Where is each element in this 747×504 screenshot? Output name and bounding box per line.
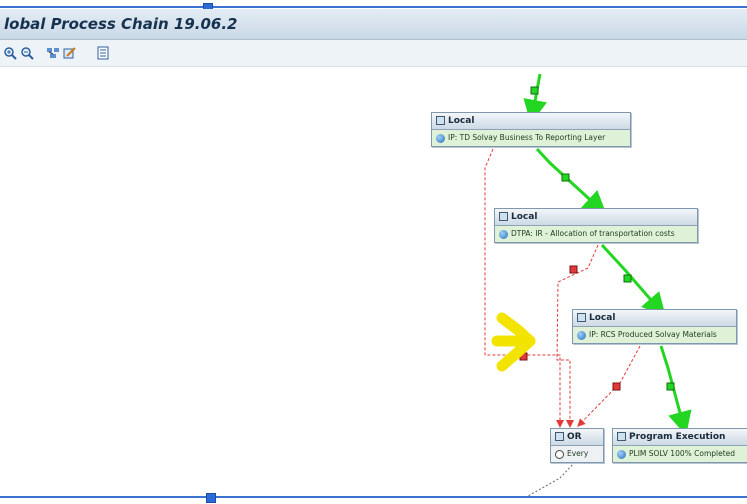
node-body: DTPA: IR - Allocation of transportation … bbox=[511, 229, 675, 238]
node-header: Program Execution bbox=[629, 432, 726, 442]
infopackage-icon bbox=[436, 133, 445, 143]
continuation-link bbox=[527, 461, 576, 497]
failure-link bbox=[484, 148, 564, 428]
or-icon bbox=[555, 432, 564, 441]
failure-link bbox=[577, 345, 641, 427]
process-node-program-execution[interactable]: Program Execution PLIM SOLV 100% Complet… bbox=[612, 428, 747, 463]
node-body: IP: TD Solvay Business To Reporting Laye… bbox=[448, 133, 606, 142]
node-header: Local bbox=[511, 212, 538, 222]
program-status-icon bbox=[617, 449, 626, 459]
node-header: OR bbox=[567, 432, 582, 442]
failure-marker bbox=[569, 265, 578, 274]
node-header: Local bbox=[448, 116, 475, 126]
node-header: Local bbox=[589, 313, 616, 323]
selection-border-bottom bbox=[0, 496, 747, 498]
local-chain-icon bbox=[499, 212, 508, 221]
infopackage-icon bbox=[577, 330, 586, 340]
success-marker bbox=[561, 173, 570, 182]
success-marker bbox=[623, 274, 632, 283]
failure-marker bbox=[612, 382, 621, 391]
clock-icon bbox=[555, 449, 564, 459]
process-node-or[interactable]: OR Every bbox=[550, 428, 604, 463]
node-body: PLIM SOLV 100% Completed bbox=[629, 449, 736, 458]
success-marker bbox=[530, 86, 539, 95]
program-icon bbox=[617, 432, 626, 441]
process-chain-window: lobal Process Chain 19.06.2 Local IP: TD… bbox=[0, 0, 747, 504]
node-body: IP: RCS Produced Solvay Materials bbox=[589, 330, 717, 339]
dtp-icon bbox=[499, 229, 508, 239]
success-marker bbox=[666, 382, 675, 391]
process-node-local-1[interactable]: Local IP: TD Solvay Business To Reportin… bbox=[431, 112, 631, 147]
local-chain-icon bbox=[577, 313, 586, 322]
process-node-local-2[interactable]: Local DTPA: IR - Allocation of transport… bbox=[494, 208, 698, 243]
node-body: Every bbox=[567, 449, 589, 458]
process-node-local-3[interactable]: Local IP: RCS Produced Solvay Materials bbox=[572, 309, 737, 344]
local-chain-icon bbox=[436, 116, 445, 125]
resize-handle-bottom[interactable] bbox=[206, 493, 216, 503]
